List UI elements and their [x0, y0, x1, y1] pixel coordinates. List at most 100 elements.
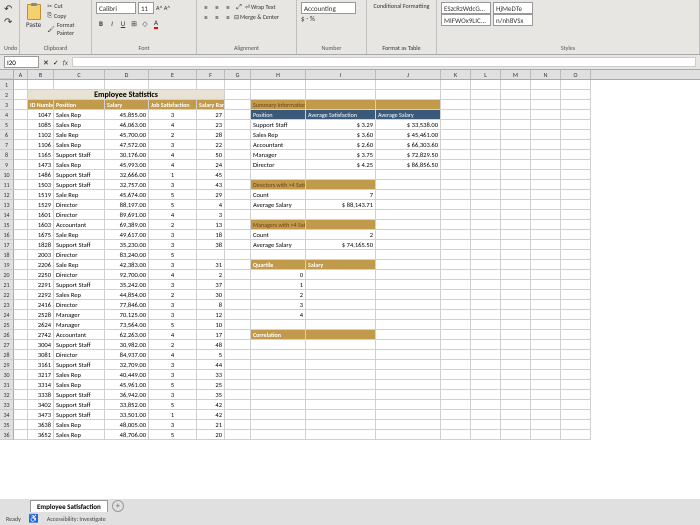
cell[interactable]: [471, 120, 501, 130]
cell[interactable]: [376, 390, 441, 400]
cell[interactable]: [306, 300, 376, 310]
cell[interactable]: [441, 400, 471, 410]
cell[interactable]: [376, 350, 441, 360]
cell[interactable]: [471, 260, 501, 270]
cell[interactable]: [441, 220, 471, 230]
cell[interactable]: 43: [197, 180, 225, 190]
cell[interactable]: [376, 210, 441, 220]
cut-button[interactable]: ✂Cut: [47, 2, 87, 10]
cell[interactable]: Salary Rank: [197, 100, 225, 110]
cell[interactable]: $ 66,303.60: [376, 140, 441, 150]
cell[interactable]: [225, 330, 251, 340]
cell[interactable]: [501, 220, 531, 230]
cell[interactable]: [471, 410, 501, 420]
cell[interactable]: 3: [149, 240, 197, 250]
row-head[interactable]: 34: [0, 410, 14, 420]
cell[interactable]: 3: [149, 310, 197, 320]
cell[interactable]: [306, 340, 376, 350]
cell[interactable]: [376, 330, 441, 340]
cell[interactable]: [471, 170, 501, 180]
cell[interactable]: 3: [149, 180, 197, 190]
cell[interactable]: Salary: [105, 100, 149, 110]
name-box[interactable]: I20: [4, 56, 39, 68]
cell[interactable]: 32,757.00: [105, 180, 149, 190]
cell[interactable]: [531, 170, 561, 180]
cell[interactable]: 20: [197, 430, 225, 440]
cell[interactable]: 3: [149, 420, 197, 430]
cell[interactable]: [251, 410, 306, 420]
cell[interactable]: 4: [149, 160, 197, 170]
cell[interactable]: [471, 140, 501, 150]
cell[interactable]: [197, 80, 225, 90]
cell[interactable]: Sales Rep: [54, 140, 105, 150]
cell[interactable]: [441, 190, 471, 200]
cell[interactable]: 3: [251, 300, 306, 310]
align-left-icon[interactable]: ≡: [201, 12, 211, 22]
row-head[interactable]: 21: [0, 280, 14, 290]
row-head[interactable]: 16: [0, 230, 14, 240]
cell[interactable]: [531, 370, 561, 380]
cell[interactable]: [376, 270, 441, 280]
cell[interactable]: [561, 200, 591, 210]
cell[interactable]: [441, 120, 471, 130]
orientation-icon[interactable]: ⤢: [234, 2, 244, 12]
row-head[interactable]: 7: [0, 140, 14, 150]
cell[interactable]: 33,852.00: [105, 400, 149, 410]
cell[interactable]: 5: [149, 200, 197, 210]
cell[interactable]: Position: [251, 110, 306, 120]
cell[interactable]: [376, 420, 441, 430]
cell[interactable]: Support Staff: [54, 400, 105, 410]
cell[interactable]: Manager: [54, 320, 105, 330]
cell[interactable]: [441, 140, 471, 150]
cell[interactable]: Director: [54, 200, 105, 210]
cell[interactable]: 3081: [28, 350, 54, 360]
row-head[interactable]: 3: [0, 100, 14, 110]
cell[interactable]: 3338: [28, 390, 54, 400]
cell[interactable]: 1106: [28, 140, 54, 150]
col-head-b[interactable]: B: [28, 70, 54, 79]
cell[interactable]: [501, 390, 531, 400]
cell[interactable]: 2742: [28, 330, 54, 340]
cell[interactable]: [149, 80, 197, 90]
merge-center-button[interactable]: ⊟Merge & Center: [234, 12, 279, 22]
cell[interactable]: [531, 430, 561, 440]
cell[interactable]: 18: [197, 230, 225, 240]
cell[interactable]: 27: [197, 110, 225, 120]
cell[interactable]: [501, 120, 531, 130]
row-head[interactable]: 36: [0, 430, 14, 440]
cell[interactable]: [441, 260, 471, 270]
currency-buttons[interactable]: $ - %: [301, 14, 362, 23]
cell[interactable]: 0: [251, 270, 306, 280]
cell[interactable]: 42: [197, 410, 225, 420]
cell[interactable]: [306, 400, 376, 410]
cell[interactable]: [225, 210, 251, 220]
cell[interactable]: [471, 90, 501, 100]
cell[interactable]: [471, 240, 501, 250]
cell[interactable]: 37: [197, 280, 225, 290]
cell[interactable]: [225, 340, 251, 350]
row-head[interactable]: 24: [0, 310, 14, 320]
cell[interactable]: [14, 150, 28, 160]
cell[interactable]: [441, 130, 471, 140]
cell[interactable]: [561, 430, 591, 440]
cell[interactable]: 1: [149, 410, 197, 420]
cell[interactable]: Director: [54, 270, 105, 280]
cell[interactable]: [14, 170, 28, 180]
cell[interactable]: [531, 200, 561, 210]
cell[interactable]: [531, 350, 561, 360]
cell[interactable]: 42,383.00: [105, 260, 149, 270]
cell[interactable]: [531, 420, 561, 430]
row-head[interactable]: 22: [0, 290, 14, 300]
fx-cancel-icon[interactable]: ✕: [43, 58, 49, 67]
cell[interactable]: [225, 420, 251, 430]
cell[interactable]: [441, 340, 471, 350]
cell[interactable]: 38: [197, 240, 225, 250]
col-head-k[interactable]: K: [441, 70, 471, 79]
cell[interactable]: [561, 340, 591, 350]
col-head-n[interactable]: N: [531, 70, 561, 79]
cell[interactable]: [306, 370, 376, 380]
row-head[interactable]: 23: [0, 300, 14, 310]
cell[interactable]: [225, 430, 251, 440]
cell[interactable]: [441, 420, 471, 430]
cell[interactable]: 45,674.00: [105, 190, 149, 200]
